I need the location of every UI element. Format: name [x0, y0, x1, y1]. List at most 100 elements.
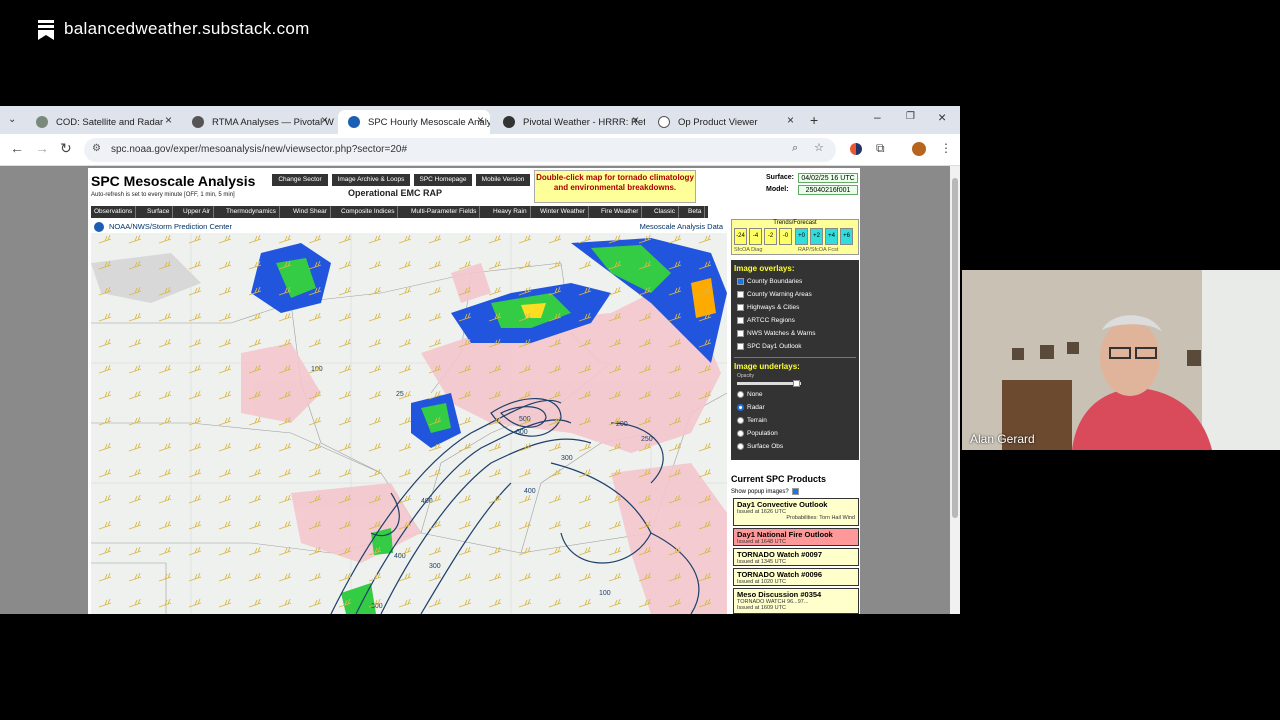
- back-icon[interactable]: ←: [10, 140, 24, 156]
- menu-wind-shear[interactable]: Wind Shear: [290, 206, 331, 218]
- forecast-button[interactable]: +4: [825, 228, 838, 245]
- menu-upper-air[interactable]: Upper Air: [180, 206, 215, 218]
- publication-title[interactable]: balancedweather.substack.com: [64, 19, 310, 39]
- tab-spc[interactable]: SPC Hourly Mesoscale Analy ×: [338, 110, 490, 134]
- new-tab-icon[interactable]: +: [810, 112, 818, 128]
- checkbox[interactable]: [737, 291, 744, 298]
- radio[interactable]: [737, 443, 744, 450]
- divider: [734, 357, 856, 358]
- pivotal-icon: [503, 116, 515, 128]
- checkbox[interactable]: [791, 488, 799, 495]
- overlay-artcc-regions[interactable]: ARTCC Regions: [737, 317, 795, 324]
- checkbox[interactable]: [737, 343, 744, 350]
- restore-icon[interactable]: ❐: [906, 111, 915, 122]
- checkbox[interactable]: [737, 330, 744, 337]
- product-day1-convective[interactable]: Day1 Convective Outlook Issued at 1626 U…: [733, 498, 859, 526]
- address-bar[interactable]: ⚙ spc.noaa.gov/exper/mesoanalysis/new/vi…: [84, 138, 836, 162]
- change-sector-button[interactable]: Change Sector: [272, 174, 328, 186]
- menu-composite-indices[interactable]: Composite Indices: [338, 206, 399, 218]
- product-probabilities[interactable]: Probabilities: Torn Hail Wind: [737, 515, 855, 521]
- checkbox[interactable]: [737, 317, 744, 324]
- underlay-radar[interactable]: Radar: [737, 404, 765, 411]
- trend-button[interactable]: -24: [734, 228, 747, 245]
- close-icon[interactable]: ×: [787, 113, 794, 127]
- omnibar: ← → ↻ ⚙ spc.noaa.gov/exper/mesoanalysis/…: [0, 134, 960, 166]
- tab-strip: ⌄ COD: Satellite and Radar × RTMA Analys…: [0, 106, 960, 134]
- overlays-title: Image overlays:: [734, 264, 795, 273]
- underlay-none[interactable]: None: [737, 391, 763, 398]
- menu-classic[interactable]: Classic: [651, 206, 679, 218]
- close-icon[interactable]: ×: [165, 113, 172, 127]
- product-tornado-watch-96[interactable]: TORNADO Watch #0096 Issued at 1020 UTC: [733, 568, 859, 586]
- overlay-county-boundaries[interactable]: County Boundaries: [737, 278, 802, 285]
- product-name: TORNADO Watch #0096: [737, 570, 823, 579]
- trend-button[interactable]: -2: [764, 228, 777, 245]
- more-menu-icon[interactable]: ⋮: [940, 141, 952, 155]
- forecast-button[interactable]: +6: [840, 228, 853, 245]
- radio[interactable]: [737, 391, 744, 398]
- radio[interactable]: [737, 404, 744, 411]
- product-meso-discussion[interactable]: Meso Discussion #0354 TORNADO WATCH 96..…: [733, 588, 859, 614]
- menu-multi-parameter[interactable]: Multi-Parameter Fields: [408, 206, 481, 218]
- menu-surface[interactable]: Surface: [144, 206, 174, 218]
- overlay-highways-cities[interactable]: Highways & Cities: [737, 304, 799, 311]
- radio[interactable]: [737, 430, 744, 437]
- radio[interactable]: [737, 417, 744, 424]
- underlay-surface-obs[interactable]: Surface Obs: [737, 443, 783, 450]
- tab-search-chevron-icon[interactable]: ⌄: [8, 114, 16, 125]
- image-archive-button[interactable]: Image Archive & Loops: [332, 174, 410, 186]
- mobile-version-button[interactable]: Mobile Version: [476, 174, 530, 186]
- overlay-nws-watches[interactable]: NWS Watches & Warns: [737, 330, 816, 337]
- underlay-label: Surface Obs: [747, 443, 784, 450]
- tab-pivotal-hrrr[interactable]: Pivotal Weather - HRRR: Ref ×: [493, 110, 645, 134]
- menu-thermodynamics[interactable]: Thermodynamics: [223, 206, 280, 218]
- scrollbar-thumb[interactable]: [952, 178, 958, 518]
- trend-button[interactable]: -4: [749, 228, 762, 245]
- menu-beta[interactable]: Beta: [685, 206, 706, 218]
- tab-cod[interactable]: COD: Satellite and Radar ×: [26, 110, 178, 134]
- menu-winter-weather[interactable]: Winter Weather: [537, 206, 590, 218]
- overlay-spc-day1-outlook[interactable]: SPC Day1 Outlook: [737, 343, 802, 350]
- forecast-button[interactable]: +2: [810, 228, 823, 245]
- surface-value: 04/02/25 16 UTC: [798, 173, 858, 183]
- rap-fcst-label: RAP/SfcOA Fcst: [798, 247, 839, 253]
- extensions-puzzle-icon[interactable]: ⧉: [876, 141, 885, 156]
- underlay-population[interactable]: Population: [737, 430, 778, 437]
- checkbox[interactable]: [737, 304, 744, 311]
- browser-window: ⌄ COD: Satellite and Radar × RTMA Analys…: [0, 106, 960, 614]
- profile-avatar[interactable]: [912, 142, 926, 156]
- page-viewport: SPC Mesoscale Analysis Auto-refresh is s…: [0, 166, 960, 614]
- reload-icon[interactable]: ↻: [60, 140, 72, 157]
- forecast-button[interactable]: +0: [795, 228, 808, 245]
- mesoscale-map[interactable]: 100 25 500 600 400 300 200 300 400 300 4…: [91, 233, 727, 614]
- product-tornado-watch-97[interactable]: TORNADO Watch #0097 Issued at 1345 UTC: [733, 548, 859, 566]
- checkbox[interactable]: [737, 278, 744, 285]
- autorefresh-note[interactable]: Auto-refresh is set to every minute [OFF…: [91, 192, 235, 198]
- opacity-slider[interactable]: [737, 382, 801, 385]
- menu-heavy-rain[interactable]: Heavy Rain: [490, 206, 531, 218]
- tab-label: COD: Satellite and Radar: [56, 116, 164, 128]
- popup-toggle[interactable]: Show popup images?: [731, 488, 799, 495]
- menu-fire-weather[interactable]: Fire Weather: [598, 206, 643, 218]
- trend-button[interactable]: -0: [779, 228, 792, 245]
- forward-icon[interactable]: →: [35, 140, 49, 156]
- spc-homepage-button[interactable]: SPC Homepage: [414, 174, 472, 186]
- site-info-icon[interactable]: ⚙: [92, 143, 101, 154]
- tab-label: SPC Hourly Mesoscale Analy: [368, 116, 490, 128]
- underlay-terrain[interactable]: Terrain: [737, 417, 767, 424]
- close-icon[interactable]: ×: [477, 113, 484, 127]
- tab-rtma[interactable]: RTMA Analyses — Pivotal W ×: [182, 110, 334, 134]
- zoom-icon[interactable]: ⌕: [792, 142, 798, 155]
- bookmark-star-icon[interactable]: ☆: [814, 141, 824, 154]
- popup-label: Show popup images?: [731, 488, 789, 495]
- tab-op-product-viewer[interactable]: Op Product Viewer ×: [648, 110, 800, 134]
- close-icon[interactable]: ×: [321, 113, 328, 127]
- close-window-icon[interactable]: ×: [938, 109, 946, 125]
- extension-icon[interactable]: [850, 143, 862, 155]
- close-icon[interactable]: ×: [632, 113, 639, 127]
- minimize-icon[interactable]: –: [874, 110, 881, 124]
- product-fire-outlook[interactable]: Day1 National Fire Outlook Issued at 164…: [733, 528, 859, 546]
- overlay-county-warning-areas[interactable]: County Warning Areas: [737, 291, 812, 298]
- opacity-slider-handle[interactable]: [793, 380, 800, 387]
- menu-observations[interactable]: Observations: [91, 206, 137, 218]
